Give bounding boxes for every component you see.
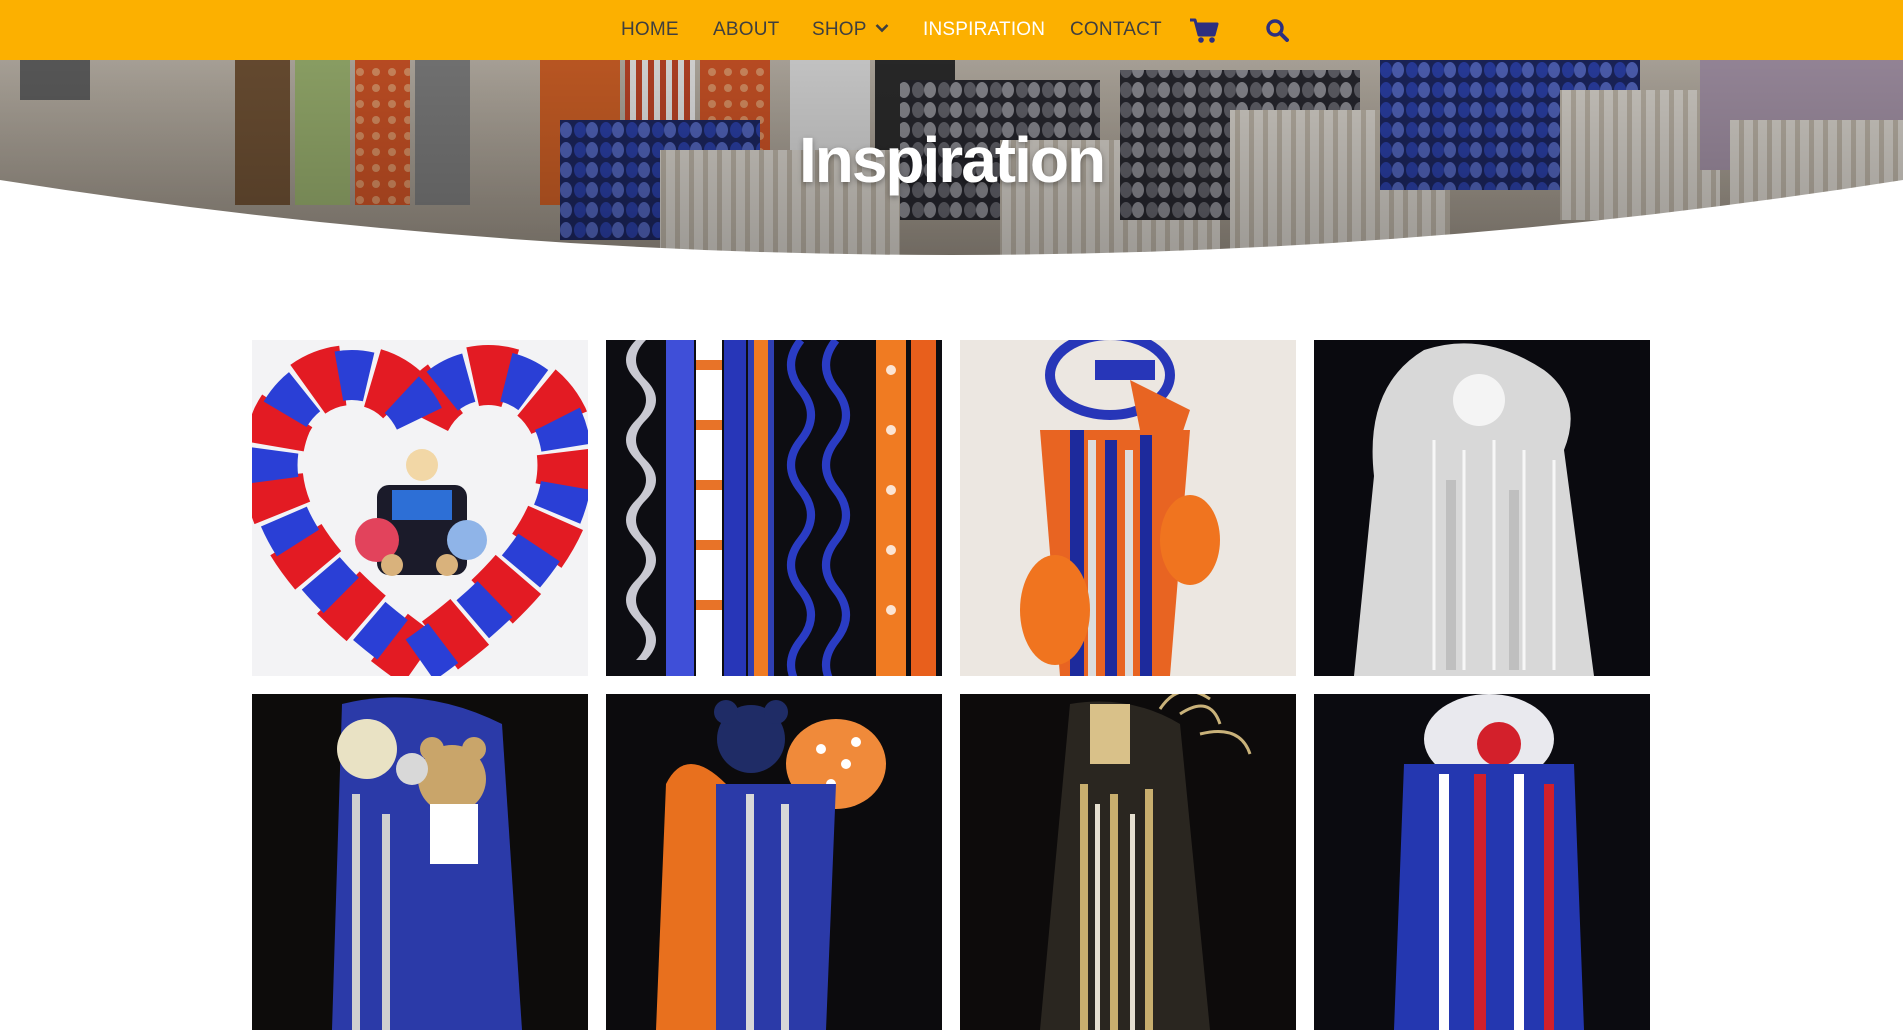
- gallery-image-red-white-blue-mum[interactable]: [1314, 694, 1650, 1030]
- shopping-cart-icon[interactable]: [1189, 0, 1219, 60]
- search-icon[interactable]: [1265, 0, 1289, 60]
- gallery-image-white-silver-mum[interactable]: [1314, 340, 1650, 676]
- nav-item-contact[interactable]: CONTACT: [1070, 0, 1162, 60]
- gallery-image-ribbon-braids[interactable]: [606, 340, 942, 676]
- gallery-image-blue-white-bear-mum[interactable]: [252, 694, 588, 1030]
- nav-item-home[interactable]: HOME: [621, 0, 679, 60]
- gallery-image-gold-black-mum[interactable]: [960, 694, 1296, 1030]
- gallery-image-red-blue-heart-boa[interactable]: [252, 340, 588, 676]
- chevron-down-icon: [875, 24, 889, 33]
- gallery-image-orange-blue-2021-mum[interactable]: [960, 340, 1296, 676]
- hero-curve-divider: [0, 180, 1903, 268]
- top-navigation: HOME ABOUT SHOP INSPIRATION CONTACT: [0, 0, 1903, 60]
- nav-item-shop-label: SHOP: [812, 19, 867, 40]
- nav-item-shop[interactable]: SHOP: [812, 0, 889, 60]
- nav-item-inspiration[interactable]: INSPIRATION: [923, 0, 1045, 60]
- gallery-image-orange-blue-bear-mum[interactable]: [606, 694, 942, 1030]
- nav-item-about[interactable]: ABOUT: [713, 0, 779, 60]
